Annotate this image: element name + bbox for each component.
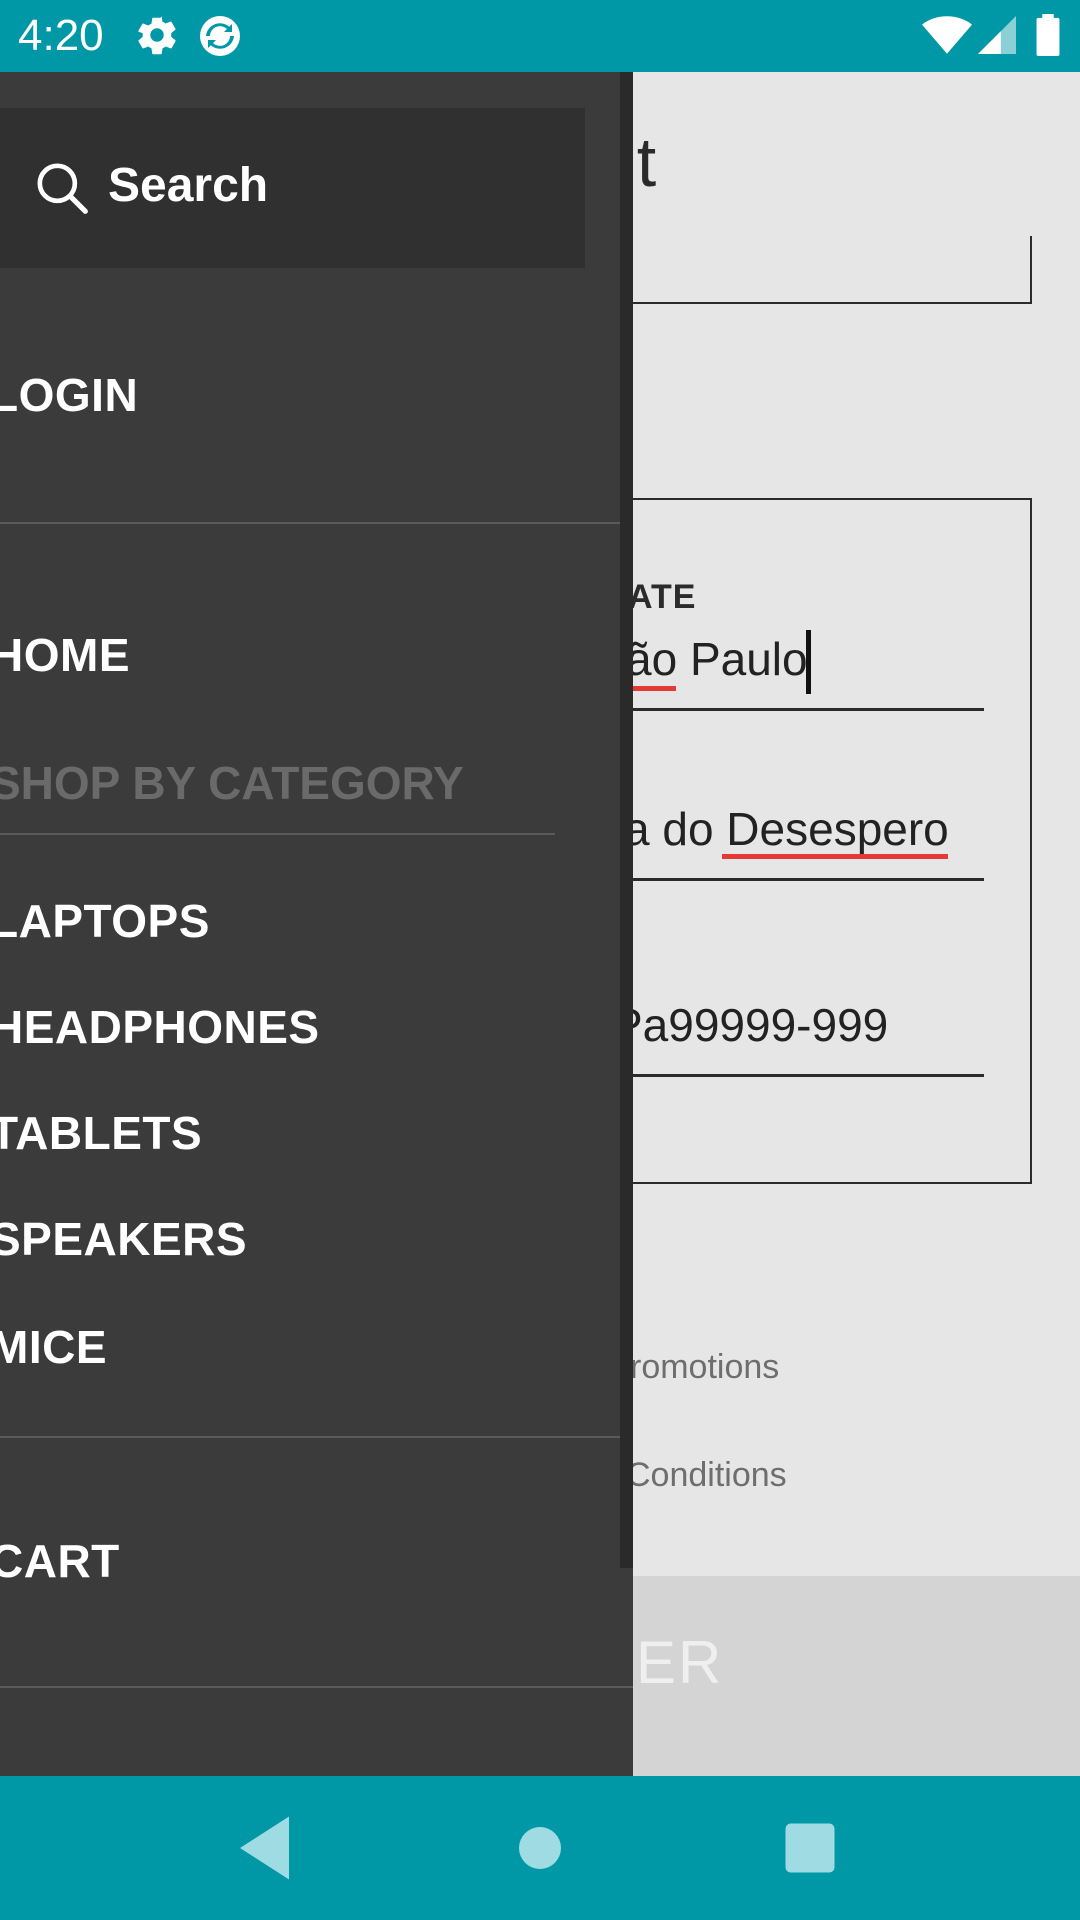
spellcheck-underline — [632, 686, 676, 691]
wifi-icon — [922, 14, 972, 61]
spellcheck-underline — [722, 854, 948, 859]
street-input[interactable]: a do Desespero — [624, 802, 949, 856]
text-cursor — [806, 630, 811, 694]
state-label: ATE — [628, 578, 697, 616]
system-navigation-bar — [0, 1776, 1080, 1920]
account-details-box — [580, 236, 1032, 304]
navigation-drawer: Search LOGIN HOME SHOP BY CATEGORY LAPTO… — [0, 72, 633, 1776]
search-bar[interactable]: Search — [0, 108, 585, 268]
settings-icon — [134, 12, 180, 63]
menu-item-tablets[interactable]: TABLETS — [0, 1106, 202, 1160]
state-input[interactable]: ão Paulo — [626, 632, 808, 686]
status-time: 4:20 — [18, 11, 104, 60]
divider — [0, 1686, 633, 1688]
menu-item-home[interactable]: HOME — [0, 628, 130, 682]
status-bar: 4:20 — [0, 0, 1080, 72]
home-icon[interactable] — [498, 1806, 582, 1890]
menu-item-login[interactable]: LOGIN — [0, 368, 138, 422]
street-underline — [580, 878, 984, 881]
divider — [0, 833, 555, 835]
menu-item-mice[interactable]: MICE — [0, 1320, 107, 1374]
recents-icon[interactable] — [768, 1806, 852, 1890]
zip-underline — [580, 1074, 984, 1077]
cellular-signal-icon — [978, 16, 1016, 59]
back-icon[interactable] — [226, 1806, 310, 1890]
menu-item-laptops[interactable]: LAPTOPS — [0, 894, 210, 948]
state-underline — [580, 708, 984, 711]
app-sync-icon — [196, 12, 244, 65]
section-header-shop-by-category: SHOP BY CATEGORY — [0, 757, 464, 809]
conditions-checkbox-label[interactable]: Conditions — [626, 1456, 787, 1495]
menu-item-speakers[interactable]: SPEAKERS — [0, 1212, 247, 1266]
battery-icon — [1036, 14, 1060, 61]
search-icon — [34, 160, 90, 221]
drawer-scrollbar[interactable] — [620, 72, 633, 1568]
promotions-checkbox-label[interactable]: romotions — [630, 1348, 779, 1387]
register-button[interactable]: ER — [580, 1576, 1080, 1776]
zip-input[interactable]: Pa99999-999 — [612, 998, 888, 1052]
search-label: Search — [108, 159, 269, 212]
menu-item-cart[interactable]: CART — [0, 1534, 120, 1588]
divider — [0, 1436, 633, 1438]
register-button-label: ER — [636, 1629, 724, 1696]
menu-item-headphones[interactable]: HEADPHONES — [0, 1000, 320, 1054]
divider — [0, 522, 633, 524]
